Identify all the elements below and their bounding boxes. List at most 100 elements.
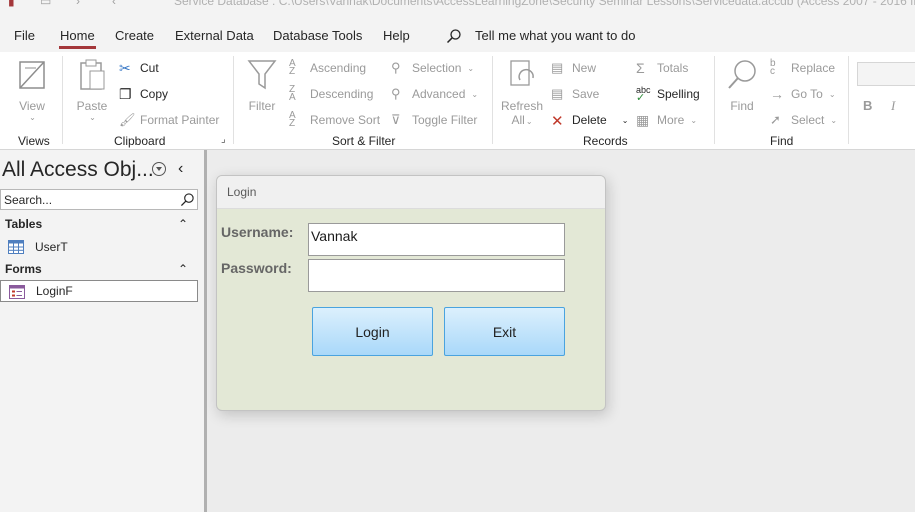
nav-section-tables[interactable]: Tables ⌃ <box>0 214 198 234</box>
group-label-records: Records <box>583 134 628 148</box>
nav-item-usert[interactable]: UserT <box>0 236 198 258</box>
view-button[interactable]: View ⌄ <box>14 58 50 122</box>
cursor-arrow-icon: ➚ <box>770 112 781 127</box>
nav-item-loginf[interactable]: LoginF <box>0 280 198 302</box>
refresh-icon <box>510 60 534 86</box>
selection-button[interactable]: ⚲ Selection ⌄ <box>391 60 474 76</box>
exit-button[interactable]: Exit <box>444 307 565 356</box>
sort-ascending-icon: AZ <box>289 58 296 77</box>
delete-button[interactable]: ✕ Delete ⌄ <box>551 112 629 130</box>
chevron-down-icon: ⌄ <box>830 115 838 125</box>
group-label-sort-filter: Sort & Filter <box>332 134 396 148</box>
nav-pane-title[interactable]: All Access Obj... <box>2 158 154 182</box>
menu-file[interactable]: File <box>14 28 35 43</box>
descending-button[interactable]: ZA Descending <box>289 84 373 103</box>
tell-me-search[interactable]: Tell me what you want to do <box>475 28 635 43</box>
new-record-button[interactable]: ▤ New <box>551 60 596 76</box>
scissors-icon: ✂ <box>119 60 131 76</box>
toggle-filter-icon: ⊽ <box>391 112 401 127</box>
chevron-up-icon: ⌃ <box>177 217 188 231</box>
goto-button[interactable]: → Go To ⌄ <box>770 86 836 102</box>
save-record-button[interactable]: ▤ Save <box>551 86 599 102</box>
view-icon <box>19 61 45 89</box>
menu-bar: File Home Create External Data Database … <box>0 22 915 52</box>
spelling-check-icon: abc ✓ <box>636 85 651 104</box>
divider <box>848 56 849 144</box>
login-dialog: Login Username: Vannak Password: Login E… <box>216 175 606 411</box>
group-label-views: Views <box>18 134 50 148</box>
shutter-bar-close-icon[interactable]: ‹ <box>178 160 183 178</box>
group-label-find: Find <box>770 134 794 148</box>
format-painter-button[interactable]: 🖌 Format Painter <box>119 112 219 128</box>
username-field[interactable]: Vannak <box>308 223 565 256</box>
replace-button[interactable]: bc Replace <box>770 58 835 77</box>
save-record-icon: ▤ <box>551 86 564 101</box>
menu-external-data[interactable]: External Data <box>175 28 254 43</box>
nav-section-forms[interactable]: Forms ⌃ <box>0 259 198 279</box>
totals-button[interactable]: Σ Totals <box>636 60 688 76</box>
dialog-launcher-icon[interactable]: ⌟ <box>221 134 226 145</box>
chevron-down-icon: ⌄ <box>89 113 96 122</box>
undo-icon[interactable]: › <box>76 0 80 8</box>
nav-pane-menu-icon[interactable] <box>152 162 166 176</box>
font-name-box[interactable] <box>857 62 915 86</box>
filter-button[interactable]: Filter <box>244 58 280 113</box>
copy-button[interactable]: ❐ Copy <box>119 86 168 102</box>
menu-database-tools[interactable]: Database Tools <box>273 28 362 43</box>
nav-search-input[interactable] <box>1 190 171 209</box>
divider <box>492 56 493 144</box>
nav-search-box <box>0 189 198 210</box>
search-icon[interactable] <box>180 192 195 207</box>
divider <box>714 56 715 144</box>
menu-home[interactable]: Home <box>59 28 96 49</box>
more-button[interactable]: ▦ More ⌄ <box>636 112 697 128</box>
password-field[interactable] <box>308 259 565 292</box>
chevron-up-icon: ⌃ <box>177 262 188 276</box>
divider <box>62 56 63 144</box>
chevron-down-icon: ⌄ <box>471 89 479 99</box>
chevron-down-icon: ⌄ <box>29 113 36 122</box>
table-icon <box>8 240 24 254</box>
search-icon <box>446 29 461 44</box>
sigma-icon: Σ <box>636 60 645 76</box>
replace-icon: bc <box>770 58 776 77</box>
more-grid-icon: ▦ <box>636 112 650 128</box>
magnifier-icon <box>728 60 756 89</box>
paste-icon <box>80 59 105 90</box>
paintbrush-icon: 🖌 <box>119 112 136 127</box>
ascending-button[interactable]: AZ Ascending <box>289 58 366 77</box>
title-bar: ▮ ▭ › ‹ Service Database : C:\Users\Vann… <box>0 0 915 22</box>
remove-sort-icon: AZ <box>289 110 296 129</box>
menu-create[interactable]: Create <box>115 28 154 43</box>
chevron-down-icon: ⌄ <box>525 117 533 126</box>
cut-button[interactable]: ✂ Cut <box>119 60 159 76</box>
remove-sort-button[interactable]: AZ Remove Sort <box>289 110 380 129</box>
toggle-filter-button[interactable]: ⊽ Toggle Filter <box>391 112 477 128</box>
chevron-down-icon: ⌄ <box>621 115 629 125</box>
save-icon[interactable]: ▭ <box>40 0 51 8</box>
arrow-right-icon: → <box>770 86 784 102</box>
advanced-filter-icon: ⚲ <box>391 86 401 101</box>
find-button[interactable]: Find <box>724 58 760 113</box>
refresh-all-button[interactable]: Refresh All⌄ <box>500 58 544 127</box>
chevron-down-icon: ⌄ <box>467 63 475 73</box>
sort-descending-icon: ZA <box>289 84 296 103</box>
select-button[interactable]: ➚ Select ⌄ <box>770 112 837 128</box>
ribbon: View ⌄ Views Paste ⌄ ✂ Cut ❐ Copy 🖌 Form… <box>0 52 915 150</box>
menu-help[interactable]: Help <box>383 28 410 43</box>
bold-button[interactable]: B <box>863 98 872 113</box>
group-label-clipboard: Clipboard <box>114 134 166 148</box>
spelling-button[interactable]: abc ✓ Spelling <box>636 85 700 104</box>
login-button[interactable]: Login <box>312 307 433 356</box>
advanced-button[interactable]: ⚲ Advanced ⌄ <box>391 86 478 102</box>
username-label: Username: <box>221 224 294 240</box>
delete-x-icon: ✕ <box>551 113 564 130</box>
chevron-down-icon: ⌄ <box>828 89 836 99</box>
chevron-down-icon: ⌄ <box>690 115 698 125</box>
italic-button[interactable]: I <box>891 98 895 114</box>
new-record-icon: ▤ <box>551 60 564 75</box>
filter-icon <box>247 60 277 90</box>
access-app-icon: ▮ <box>8 0 15 8</box>
redo-icon[interactable]: ‹ <box>112 0 116 8</box>
paste-button[interactable]: Paste ⌄ <box>74 58 110 122</box>
